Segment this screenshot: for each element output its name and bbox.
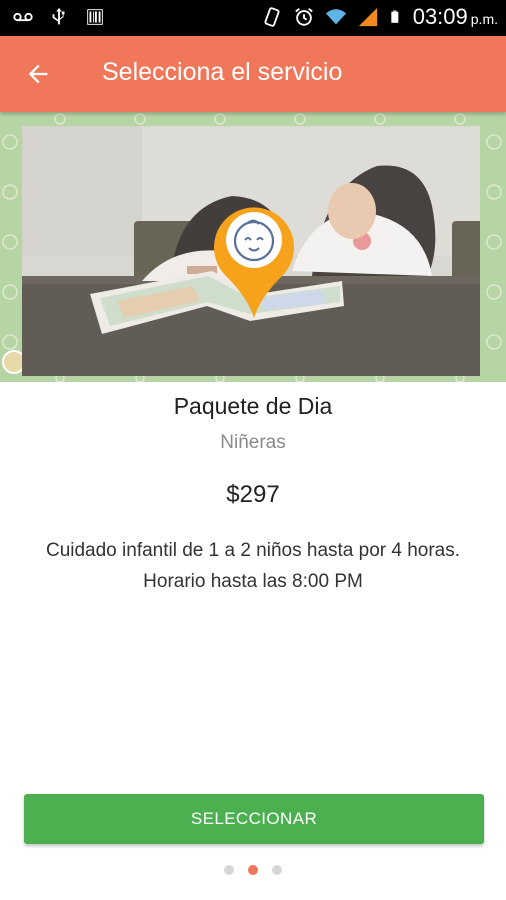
voicemail-icon <box>13 12 33 22</box>
back-button[interactable] <box>18 54 58 94</box>
service-hero-image <box>0 112 506 382</box>
status-bar: 03:09 p.m. <box>0 0 506 36</box>
service-description: Cuidado infantil de 1 a 2 niños hasta po… <box>45 540 461 592</box>
select-button[interactable]: SELECCIONAR <box>24 794 484 844</box>
service-price: $297 <box>226 481 280 508</box>
service-category: Niñeras <box>220 432 286 453</box>
map-pin-icon <box>214 207 294 318</box>
signal-icon <box>358 7 377 27</box>
page-dot[interactable] <box>224 865 234 875</box>
page-title: Selecciona el servicio <box>102 58 343 86</box>
battery-icon <box>391 10 399 23</box>
usb-icon <box>52 7 65 25</box>
alarm-icon <box>294 8 313 26</box>
arrow-left-icon <box>28 64 48 84</box>
service-name: Paquete de Dia <box>173 393 333 419</box>
page-dot[interactable] <box>272 865 282 875</box>
barcode-icon <box>87 9 103 25</box>
app-bar: Selecciona el servicio <box>0 36 506 112</box>
page-indicator <box>0 865 506 875</box>
page-dot-active[interactable] <box>248 865 258 875</box>
wifi-icon <box>325 9 346 25</box>
status-clock: 03:09 p.m. <box>412 4 498 29</box>
vibrate-icon <box>264 7 280 27</box>
